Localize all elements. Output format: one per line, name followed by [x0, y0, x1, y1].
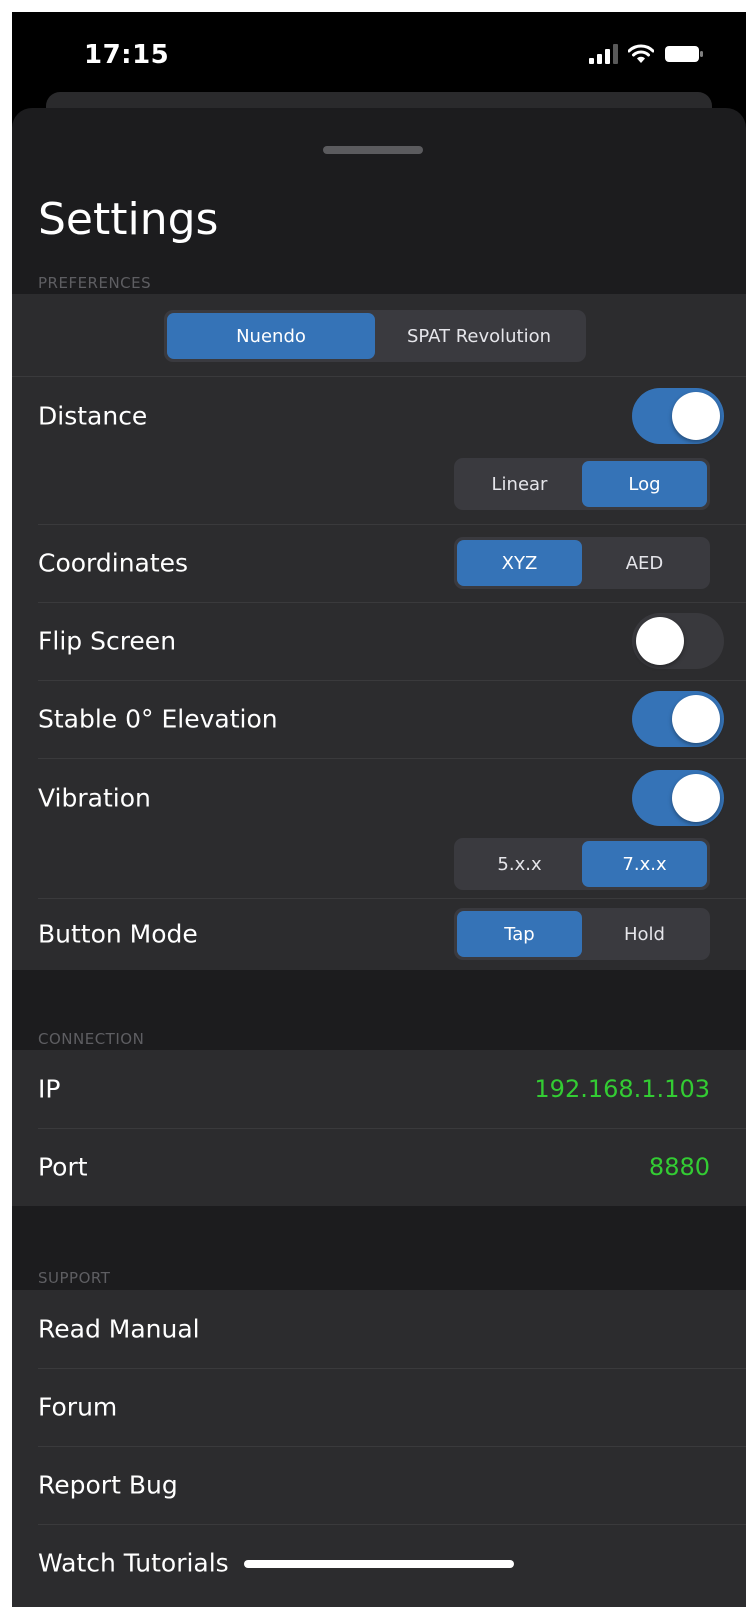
toggle-knob — [672, 774, 720, 822]
toggle-knob — [672, 695, 720, 743]
stable-elevation-row: Stable 0° Elevation — [12, 680, 746, 758]
port-label: Port — [38, 1152, 88, 1182]
status-icons — [589, 42, 704, 66]
port-value: 8880 — [648, 1153, 710, 1181]
section-header-support: SUPPORT — [38, 1269, 111, 1287]
toggle-knob — [636, 617, 684, 665]
wifi-icon — [628, 44, 654, 63]
vibration-version-segmented-control: 5.x.x 7.x.x — [454, 838, 710, 890]
ip-value: 192.168.1.103 — [534, 1075, 710, 1103]
status-bar: 17:15 — [12, 12, 746, 104]
host-segmented-control: Nuendo SPAT Revolution — [164, 310, 586, 362]
coordinates-segmented-control: XYZ AED — [454, 537, 710, 589]
coordinates-label: Coordinates — [38, 548, 189, 578]
support-item-label: Read Manual — [38, 1314, 200, 1344]
preferences-group: Nuendo SPAT Revolution Distance Linear L… — [12, 294, 746, 970]
support-item-forum[interactable]: Forum — [12, 1368, 746, 1446]
segment-tap[interactable]: Tap — [457, 911, 582, 957]
signal-icon — [589, 44, 618, 64]
flip-screen-row: Flip Screen — [12, 602, 746, 680]
distance-label: Distance — [38, 401, 148, 431]
home-indicator[interactable] — [244, 1560, 514, 1568]
section-header-connection: CONNECTION — [38, 1030, 145, 1048]
section-header-preferences: PREFERENCES — [38, 274, 152, 292]
segment-nuendo[interactable]: Nuendo — [167, 313, 375, 359]
stable-elevation-toggle[interactable] — [632, 691, 724, 747]
distance-toggle[interactable] — [632, 388, 724, 444]
vibration-row: Vibration — [12, 758, 746, 838]
support-item-label: Report Bug — [38, 1470, 178, 1500]
sheet-grabber[interactable] — [323, 146, 423, 154]
segment-7xx[interactable]: 7.x.x — [582, 841, 707, 887]
vibration-label: Vibration — [38, 783, 151, 813]
segment-spat-revolution[interactable]: SPAT Revolution — [375, 313, 583, 359]
segment-hold[interactable]: Hold — [582, 911, 707, 957]
support-item-label: Watch Tutorials — [38, 1548, 229, 1578]
stable-elevation-label: Stable 0° Elevation — [38, 704, 278, 734]
connection-group: IP 192.168.1.103 Port 8880 — [12, 1050, 746, 1206]
status-time: 17:15 — [84, 40, 170, 70]
button-mode-segmented-control: Tap Hold — [454, 908, 710, 960]
support-item-report-bug[interactable]: Report Bug — [12, 1446, 746, 1524]
vibration-toggle[interactable] — [632, 770, 724, 826]
ip-label: IP — [38, 1074, 61, 1104]
segment-xyz[interactable]: XYZ — [457, 540, 582, 586]
flip-screen-label: Flip Screen — [38, 626, 177, 656]
settings-sheet: Settings PREFERENCES Nuendo SPAT Revolut… — [12, 108, 746, 1607]
segment-linear[interactable]: Linear — [457, 461, 582, 507]
phone-screen: 17:15 Settings PREFERENCES Nuendo SPAT R… — [12, 12, 746, 1607]
flip-screen-toggle[interactable] — [632, 613, 724, 669]
coordinates-row: Coordinates XYZ AED — [12, 524, 746, 602]
toggle-knob — [672, 392, 720, 440]
button-mode-row: Button Mode Tap Hold — [12, 898, 746, 970]
segment-aed[interactable]: AED — [582, 540, 707, 586]
support-item-read-manual[interactable]: Read Manual — [12, 1290, 746, 1368]
segment-log[interactable]: Log — [582, 461, 707, 507]
page-title: Settings — [38, 194, 219, 245]
segment-5xx[interactable]: 5.x.x — [457, 841, 582, 887]
support-item-label: Forum — [38, 1392, 118, 1422]
button-mode-label: Button Mode — [38, 919, 198, 949]
distance-row: Distance — [12, 376, 746, 456]
ip-row[interactable]: IP 192.168.1.103 — [12, 1050, 746, 1128]
port-row[interactable]: Port 8880 — [12, 1128, 746, 1206]
battery-icon — [665, 46, 703, 62]
distance-scale-segmented-control: Linear Log — [454, 458, 710, 510]
